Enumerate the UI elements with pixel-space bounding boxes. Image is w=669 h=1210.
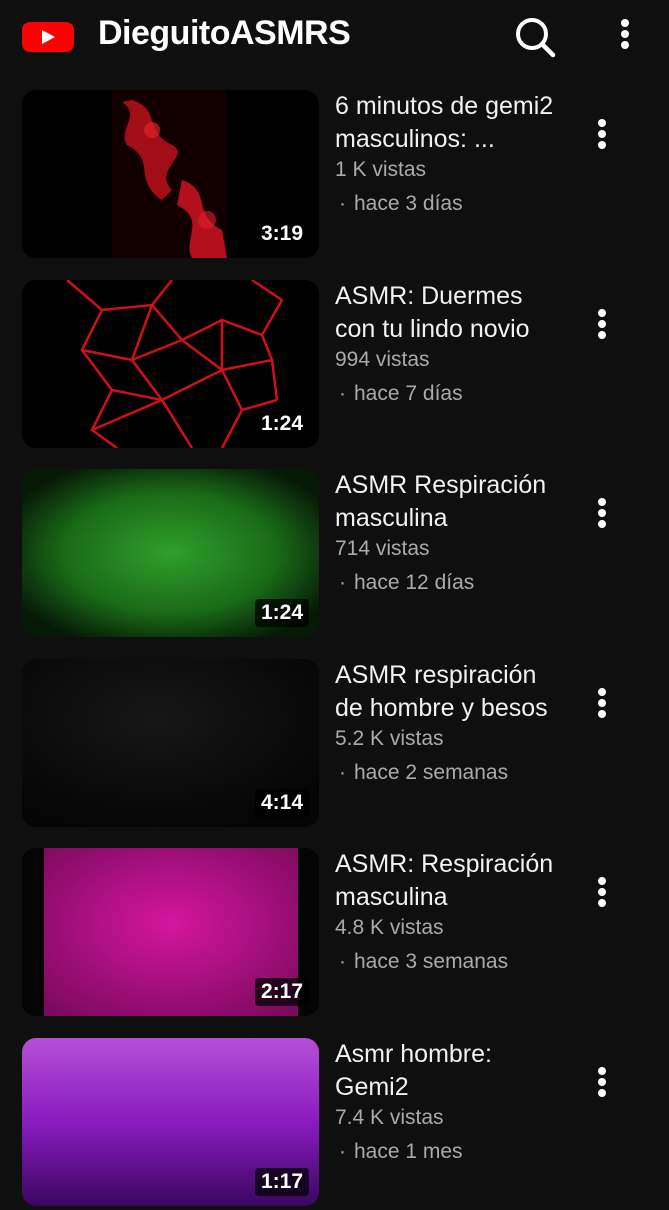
- video-title[interactable]: ASMR Respiración masculina: [335, 469, 565, 534]
- video-meta: · hace 3 semanas: [335, 948, 565, 976]
- more-vertical-icon[interactable]: [590, 116, 614, 156]
- video-views: 1 K vistas: [335, 158, 427, 181]
- video-thumbnail[interactable]: 2:17: [22, 848, 319, 1016]
- more-vertical-icon[interactable]: [612, 16, 638, 56]
- youtube-logo-icon[interactable]: [22, 22, 74, 52]
- meta-separator: ·: [339, 192, 346, 215]
- video-duration: 1:17: [254, 1168, 309, 1196]
- video-title[interactable]: Asmr hombre: Gemi2: [335, 1038, 565, 1103]
- video-item[interactable]: 1:24 ASMR Respiración masculina 714 vist…: [0, 469, 669, 641]
- video-views: 714 vistas: [335, 537, 430, 560]
- video-duration: 4:14: [254, 789, 309, 817]
- video-thumbnail[interactable]: 3:19: [22, 90, 319, 258]
- video-thumbnail[interactable]: 1:24: [22, 280, 319, 448]
- meta-separator: ·: [339, 950, 346, 973]
- video-thumbnail[interactable]: 1:17: [22, 1038, 319, 1206]
- video-views: 7.4 K vistas: [335, 1106, 444, 1129]
- more-vertical-icon[interactable]: [590, 874, 614, 914]
- video-title[interactable]: ASMR respiración de hombre y besos: [335, 659, 565, 724]
- video-thumbnail[interactable]: 4:14: [22, 659, 319, 827]
- video-duration: 3:19: [254, 220, 309, 248]
- video-views: 4.8 K vistas: [335, 916, 444, 939]
- video-age: hace 2 semanas: [354, 761, 509, 784]
- video-meta: · hace 7 días: [335, 380, 565, 408]
- video-thumbnail[interactable]: 1:24: [22, 469, 319, 637]
- top-app-bar: DieguitoASMRS: [0, 0, 669, 74]
- more-vertical-icon[interactable]: [590, 685, 614, 725]
- video-title[interactable]: ASMR: Duermes con tu lindo novio: [335, 280, 565, 345]
- video-duration: 1:24: [254, 599, 309, 627]
- video-title[interactable]: ASMR: Respiración masculina: [335, 848, 565, 913]
- video-item[interactable]: 3:19 6 minutos de gemi2 masculinos: ... …: [0, 90, 669, 262]
- more-vertical-icon[interactable]: [590, 495, 614, 535]
- video-item[interactable]: 4:14 ASMR respiración de hombre y besos …: [0, 659, 669, 831]
- video-meta: · hace 3 días: [335, 190, 565, 218]
- video-views: 5.2 K vistas: [335, 727, 444, 750]
- video-views: 994 vistas: [335, 348, 430, 371]
- video-meta: · hace 2 semanas: [335, 759, 565, 787]
- video-item[interactable]: 1:24 ASMR: Duermes con tu lindo novio 99…: [0, 280, 669, 452]
- more-vertical-icon[interactable]: [590, 1064, 614, 1104]
- more-vertical-icon[interactable]: [590, 306, 614, 346]
- video-duration: 2:17: [254, 978, 309, 1006]
- meta-separator: ·: [339, 382, 346, 405]
- video-item[interactable]: 1:17 Asmr hombre: Gemi2 7.4 K vistas · ha…: [0, 1038, 669, 1210]
- video-age: hace 12 días: [354, 571, 475, 594]
- video-duration: 1:24: [254, 410, 309, 438]
- video-age: hace 3 semanas: [354, 950, 509, 973]
- video-age: hace 1 mes: [354, 1140, 463, 1163]
- channel-title: DieguitoASMRS: [98, 14, 351, 52]
- video-meta: · hace 1 mes: [335, 1138, 565, 1166]
- video-title[interactable]: 6 minutos de gemi2 masculinos: ...: [335, 90, 565, 155]
- meta-separator: ·: [339, 761, 346, 784]
- search-icon[interactable]: [512, 14, 558, 60]
- meta-separator: ·: [339, 571, 346, 594]
- video-age: hace 7 días: [354, 382, 463, 405]
- video-item[interactable]: 2:17 ASMR: Respiración masculina 4.8 K v…: [0, 848, 669, 1020]
- video-meta: · hace 12 días: [335, 569, 565, 597]
- video-age: hace 3 días: [354, 192, 463, 215]
- meta-separator: ·: [339, 1140, 346, 1163]
